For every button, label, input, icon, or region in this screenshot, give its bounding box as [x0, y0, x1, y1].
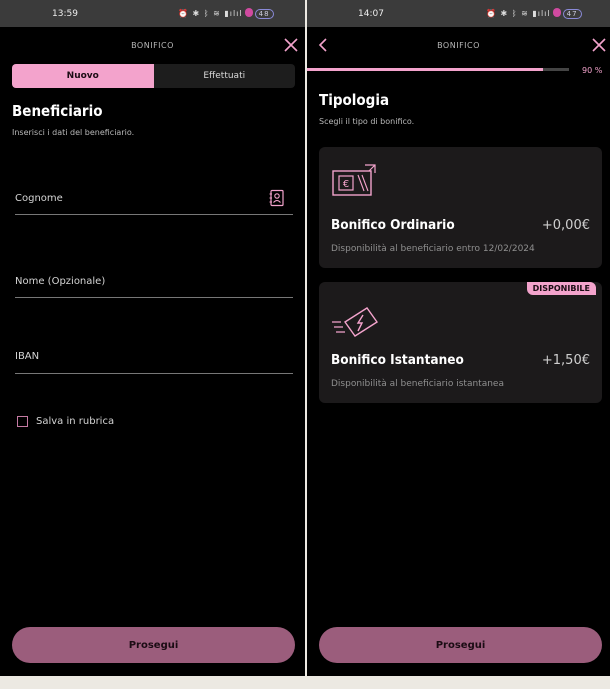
prosegui-button[interactable]: Prosegui: [12, 627, 295, 663]
progress-fill: [307, 68, 543, 71]
status-bar: 13:59 ⏰ ✱ ᛒ ≋ ▮ılıl 48: [0, 0, 305, 27]
status-time: 14:07: [358, 9, 384, 19]
option-price: +0,00€: [541, 218, 590, 233]
section-title: Beneficiario: [12, 102, 103, 120]
notification-dot-icon: [244, 8, 253, 17]
cognome-field[interactable]: Cognome: [15, 193, 63, 204]
status-time: 13:59: [52, 9, 78, 19]
svg-text:€: €: [343, 179, 349, 190]
close-icon[interactable]: [283, 37, 299, 53]
progress-label: 90 %: [582, 66, 603, 75]
tab-switcher: Nuovo Effettuati: [12, 64, 295, 88]
status-bar: 14:07 ⏰ ✱ ᛒ ≋ ▮ılıl 47: [307, 0, 610, 27]
availability-badge: DISPONIBILE: [526, 282, 596, 295]
salva-rubrica-checkbox[interactable]: [17, 416, 28, 427]
battery-icon: 48: [254, 9, 274, 19]
prosegui-button[interactable]: Prosegui: [319, 627, 602, 663]
contact-book-icon[interactable]: [269, 189, 285, 207]
battery-icon: 47: [562, 9, 582, 19]
option-description: Disponibilità al beneficiario entro 12/0…: [331, 244, 535, 254]
section-title: Tipologia: [319, 91, 390, 109]
right-screen: 14:07 ⏰ ✱ ᛒ ≋ ▮ılıl 47 BONIFICO 90 % Tipo…: [307, 0, 610, 676]
progress-bar: [307, 68, 569, 71]
section-subtitle: Scegli il tipo di bonifico.: [319, 117, 415, 126]
option-card-istantaneo[interactable]: DISPONIBILE Bonifico Istantaneo +1,50€ D…: [319, 282, 602, 403]
cognome-underline: [15, 214, 293, 215]
option-description: Disponibilità al beneficiario istantanea: [331, 379, 504, 389]
left-screen: 13:59 ⏰ ✱ ᛒ ≋ ▮ılıl 48 BONIFICO Nuovo Eff…: [0, 0, 305, 676]
status-icons: ⏰ ✱ ᛒ ≋ ▮ılıl 48: [178, 8, 274, 19]
header-title: BONIFICO: [131, 41, 174, 50]
iban-field[interactable]: IBAN: [15, 351, 39, 362]
close-icon[interactable]: [591, 37, 607, 53]
notification-dot-icon: [552, 8, 561, 17]
instant-banknote-icon: [332, 307, 378, 337]
tab-nuovo[interactable]: Nuovo: [12, 64, 154, 88]
option-title: Bonifico Ordinario: [331, 217, 455, 233]
nome-field[interactable]: Nome (Opzionale): [15, 276, 105, 287]
iban-underline: [15, 373, 293, 374]
status-icons: ⏰ ✱ ᛒ ≋ ▮ılıl 47: [486, 8, 582, 19]
nome-underline: [15, 297, 293, 298]
option-card-ordinario[interactable]: € Bonifico Ordinario +0,00€ Disponibilit…: [319, 147, 602, 268]
header-title: BONIFICO: [437, 41, 480, 50]
section-subtitle: Inserisci i dati del beneficiario.: [12, 128, 135, 137]
option-title: Bonifico Istantaneo: [331, 352, 464, 368]
option-price: +1,50€: [541, 353, 590, 368]
euro-banknote-icon: €: [332, 164, 376, 196]
tab-effettuati[interactable]: Effettuati: [154, 64, 296, 88]
salva-rubrica-label: Salva in rubrica: [36, 416, 115, 427]
